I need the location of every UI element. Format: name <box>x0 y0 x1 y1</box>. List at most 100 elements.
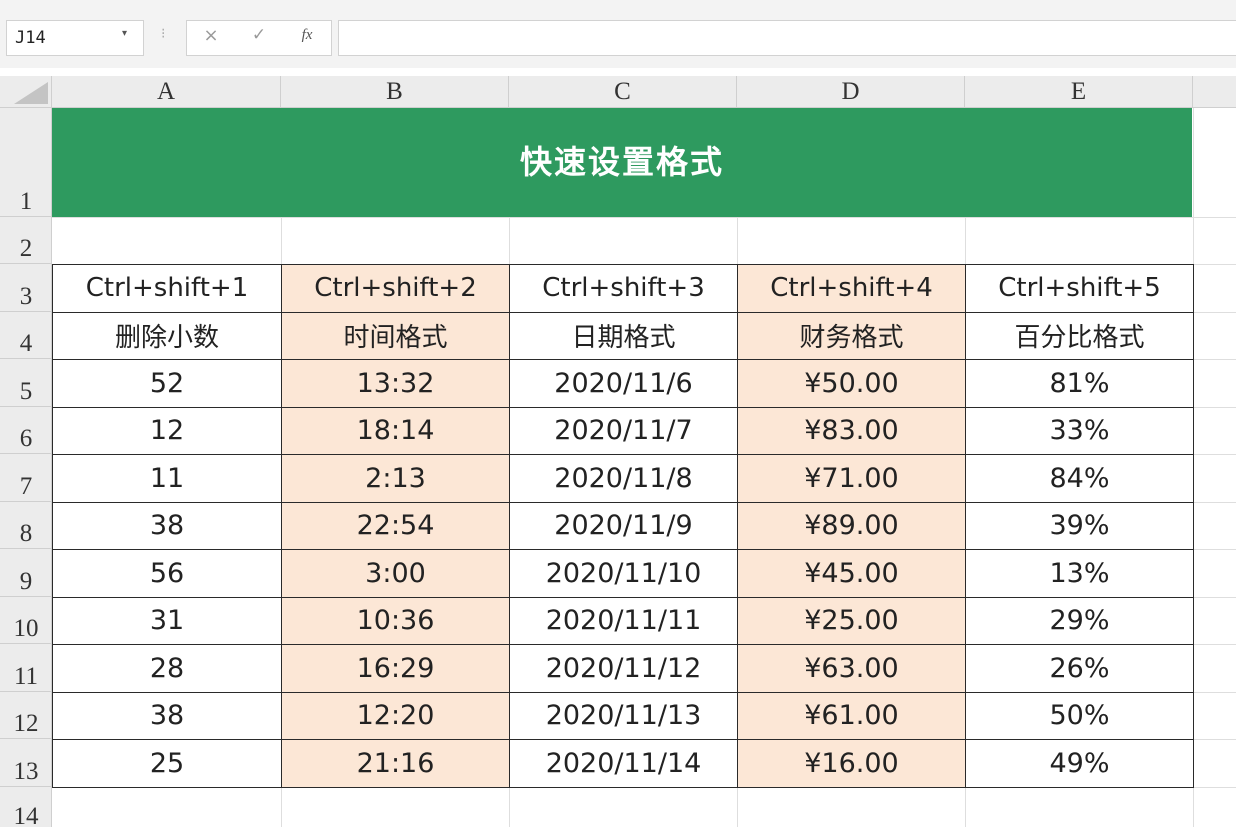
cell[interactable]: 时间格式 <box>281 311 510 360</box>
row-header-8[interactable]: 8 <box>0 502 52 549</box>
cell[interactable]: 财务格式 <box>737 311 966 360</box>
cancel-icon[interactable]: × <box>195 25 227 51</box>
cell[interactable]: 22:54 <box>281 501 510 550</box>
column-header-f[interactable] <box>1193 76 1236 108</box>
cell[interactable]: Ctrl+shift+3 <box>509 264 738 313</box>
row-header-1[interactable]: 1 <box>0 108 52 217</box>
cell[interactable]: ¥61.00 <box>737 691 966 740</box>
gridline <box>1193 312 1236 313</box>
row-header-5[interactable]: 5 <box>0 359 52 407</box>
cell[interactable]: 11 <box>52 454 282 503</box>
cell[interactable]: 84% <box>965 454 1194 503</box>
column-header-d[interactable]: D <box>737 76 965 108</box>
column-header-c[interactable]: C <box>509 76 737 108</box>
cell[interactable]: 2020/11/7 <box>509 406 738 455</box>
gridline <box>1193 454 1236 455</box>
cell[interactable]: Ctrl+shift+4 <box>737 264 966 313</box>
cell[interactable]: 日期格式 <box>509 311 738 360</box>
cell[interactable]: 2020/11/13 <box>509 691 738 740</box>
cell[interactable]: 2020/11/8 <box>509 454 738 503</box>
row-header-10[interactable]: 10 <box>0 597 52 644</box>
table-row: 12 18:14 2020/11/7 ¥83.00 33% <box>52 406 1194 455</box>
table-row: 11 2:13 2020/11/8 ¥71.00 84% <box>52 454 1194 503</box>
cell[interactable]: 25 <box>52 739 282 788</box>
cell[interactable]: 18:14 <box>281 406 510 455</box>
cell[interactable]: 2020/11/6 <box>509 359 738 408</box>
gridline <box>281 787 282 827</box>
cell[interactable]: 26% <box>965 644 1194 693</box>
cell[interactable]: 39% <box>965 501 1194 550</box>
column-header-b[interactable]: B <box>281 76 509 108</box>
gridline <box>1193 597 1236 598</box>
cell[interactable]: 38 <box>52 691 282 740</box>
row-header-4[interactable]: 4 <box>0 312 52 359</box>
gridline <box>737 787 738 827</box>
cell[interactable]: 50% <box>965 691 1194 740</box>
table-row: 56 3:00 2020/11/10 ¥45.00 13% <box>52 549 1194 598</box>
cell[interactable]: 2020/11/14 <box>509 739 738 788</box>
cell[interactable]: 29% <box>965 596 1194 645</box>
gridline <box>737 217 738 265</box>
cell[interactable]: 百分比格式 <box>965 311 1194 360</box>
sheet-title-cell[interactable]: 快速设置格式 <box>52 108 1192 217</box>
cell[interactable]: 13:32 <box>281 359 510 408</box>
cell[interactable]: 16:29 <box>281 644 510 693</box>
table-row: 38 22:54 2020/11/9 ¥89.00 39% <box>52 501 1194 550</box>
cell[interactable]: 28 <box>52 644 282 693</box>
table-row: 25 21:16 2020/11/14 ¥16.00 49% <box>52 739 1194 788</box>
cell[interactable]: 33% <box>965 406 1194 455</box>
row-header-9[interactable]: 9 <box>0 549 52 597</box>
chevron-down-icon[interactable]: ▾ <box>122 28 127 39</box>
cell[interactable]: Ctrl+shift+5 <box>965 264 1194 313</box>
cell[interactable]: ¥89.00 <box>737 501 966 550</box>
cell[interactable]: 10:36 <box>281 596 510 645</box>
cell[interactable]: ¥25.00 <box>737 596 966 645</box>
row-header-6[interactable]: 6 <box>0 407 52 454</box>
cell[interactable]: ¥50.00 <box>737 359 966 408</box>
cell[interactable]: 21:16 <box>281 739 510 788</box>
cell[interactable]: 3:00 <box>281 549 510 598</box>
format-name-row: 删除小数 时间格式 日期格式 财务格式 百分比格式 <box>52 311 1194 360</box>
cell[interactable]: 2020/11/9 <box>509 501 738 550</box>
cell[interactable]: ¥16.00 <box>737 739 966 788</box>
cell[interactable]: 删除小数 <box>52 311 282 360</box>
cell[interactable]: 12:20 <box>281 691 510 740</box>
function-icon[interactable]: fx <box>291 27 323 53</box>
cell[interactable]: 12 <box>52 406 282 455</box>
cell[interactable]: 49% <box>965 739 1194 788</box>
cell[interactable]: 52 <box>52 359 282 408</box>
cell[interactable]: ¥71.00 <box>737 454 966 503</box>
cell[interactable]: ¥83.00 <box>737 406 966 455</box>
formula-input[interactable] <box>338 20 1236 56</box>
gridline <box>281 217 282 265</box>
row-header-3[interactable]: 3 <box>0 264 52 312</box>
row-header-14[interactable]: 14 <box>0 787 52 830</box>
row-header-12[interactable]: 12 <box>0 692 52 739</box>
row-header-2[interactable]: 2 <box>0 217 52 264</box>
gridline <box>1193 549 1236 550</box>
cell[interactable]: Ctrl+shift+2 <box>281 264 510 313</box>
cell[interactable]: 81% <box>965 359 1194 408</box>
gridline <box>1193 502 1236 503</box>
column-header-e[interactable]: E <box>965 76 1193 108</box>
select-all-icon <box>14 82 48 104</box>
cell[interactable]: 56 <box>52 549 282 598</box>
table-row: 52 13:32 2020/11/6 ¥50.00 81% <box>52 359 1194 408</box>
cell[interactable]: ¥45.00 <box>737 549 966 598</box>
row-header-7[interactable]: 7 <box>0 454 52 502</box>
cell[interactable]: 2:13 <box>281 454 510 503</box>
cell[interactable]: Ctrl+shift+1 <box>52 264 282 313</box>
cell[interactable]: 13% <box>965 549 1194 598</box>
cell[interactable]: ¥63.00 <box>737 644 966 693</box>
cell[interactable]: 2020/11/12 <box>509 644 738 693</box>
cell[interactable]: 38 <box>52 501 282 550</box>
gridline <box>509 787 510 827</box>
column-header-a[interactable]: A <box>52 76 281 108</box>
cell[interactable]: 31 <box>52 596 282 645</box>
check-icon[interactable]: ✓ <box>243 25 275 51</box>
cell[interactable]: 2020/11/11 <box>509 596 738 645</box>
row-header-13[interactable]: 13 <box>0 739 52 787</box>
cell[interactable]: 2020/11/10 <box>509 549 738 598</box>
row-header-11[interactable]: 11 <box>0 644 52 692</box>
formula-buttons: × ✓ fx <box>186 20 332 56</box>
